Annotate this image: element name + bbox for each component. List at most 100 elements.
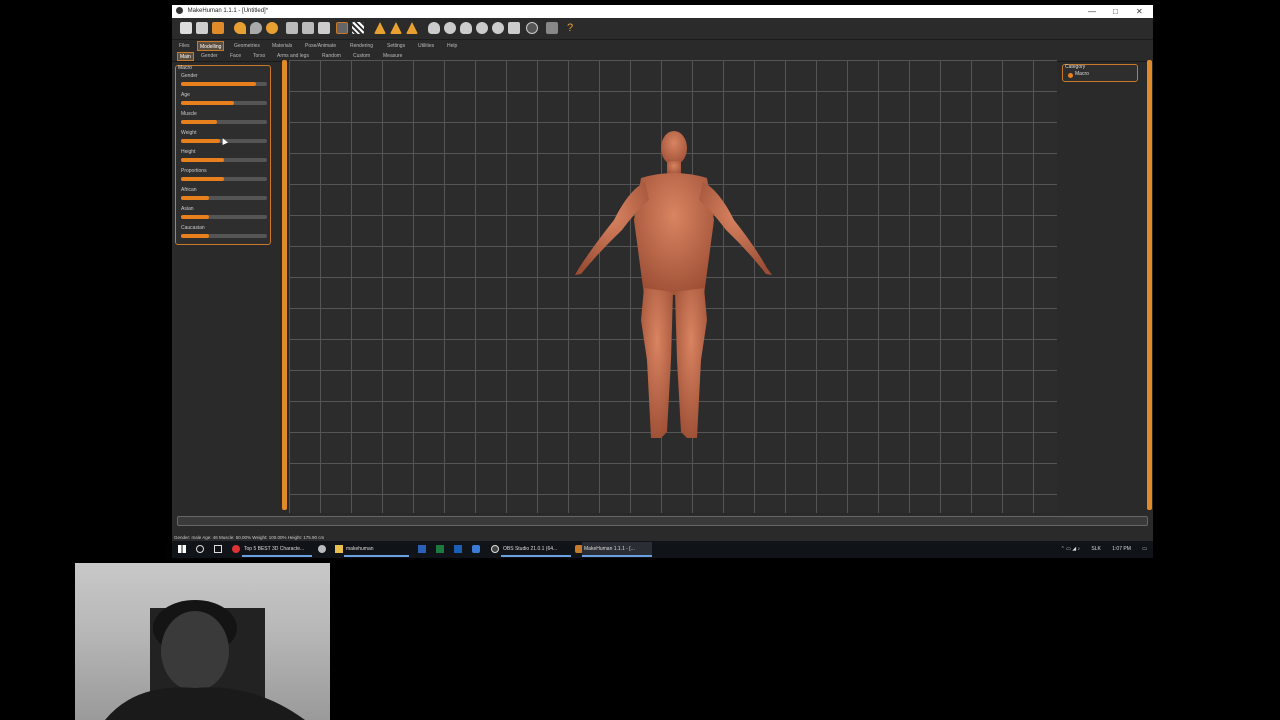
undo-icon[interactable] xyxy=(234,22,246,34)
slider-label: Weight xyxy=(181,130,197,136)
side-view-icon[interactable] xyxy=(406,22,418,34)
bottom-view-icon[interactable] xyxy=(460,22,472,34)
slider-gender[interactable]: Gender xyxy=(180,73,268,91)
right-panel-scrollbar[interactable] xyxy=(1147,60,1152,510)
reset-icon[interactable] xyxy=(266,22,278,34)
tray-language[interactable]: SLK xyxy=(1091,546,1100,552)
maximize-button[interactable]: □ xyxy=(1113,5,1118,18)
app-icon[interactable] xyxy=(318,545,326,553)
slider-fill xyxy=(181,158,224,162)
slider-muscle[interactable]: Muscle xyxy=(180,111,268,129)
progress-bar xyxy=(177,516,1148,526)
slider-fill xyxy=(181,139,220,143)
task-view-icon[interactable] xyxy=(214,545,222,553)
left-panel-scrollbar[interactable] xyxy=(282,60,287,510)
slider-label: African xyxy=(181,187,197,193)
sphere-icon[interactable] xyxy=(492,22,504,34)
taskbar-obs[interactable]: OBS Studio 21.0.1 (64... xyxy=(501,542,571,557)
macro-radio[interactable] xyxy=(1068,73,1073,78)
taskbar-folder[interactable]: makehuman xyxy=(344,542,409,557)
macro-radio-label: Macro xyxy=(1075,71,1089,77)
search-icon[interactable] xyxy=(196,545,204,553)
tray-icons[interactable]: ⌃ ▭ ◢ ♪ xyxy=(1061,546,1080,552)
start-icon[interactable] xyxy=(178,545,186,553)
slider-track[interactable] xyxy=(181,177,267,181)
tab-files[interactable]: Files xyxy=(177,41,192,51)
tab-modelling[interactable]: Modelling xyxy=(197,41,225,51)
smooth-icon[interactable] xyxy=(286,22,298,34)
tab-help[interactable]: Help xyxy=(445,41,459,51)
help-icon[interactable]: ? xyxy=(564,22,576,34)
main-tabs: Files Modelling Geometries Materials Pos… xyxy=(172,40,1153,51)
back-view-icon[interactable] xyxy=(390,22,402,34)
export-icon[interactable] xyxy=(212,22,224,34)
right-view-icon[interactable] xyxy=(476,22,488,34)
slider-asian[interactable]: Asian xyxy=(180,206,268,224)
taskbar-chrome[interactable]: Top 5 BEST 3D Characte... xyxy=(242,542,312,557)
slider-fill xyxy=(181,120,218,124)
skype-icon[interactable] xyxy=(472,545,480,553)
save-icon[interactable] xyxy=(196,22,208,34)
slider-track[interactable] xyxy=(181,120,267,124)
redo-icon[interactable] xyxy=(250,22,262,34)
slider-track[interactable] xyxy=(181,234,267,238)
tab-pose-animate[interactable]: Pose/Animate xyxy=(303,41,338,51)
title-bar: MakeHuman 1.1.1 - [Untitled]* — □ ✕ xyxy=(172,5,1153,18)
webcam-person-image xyxy=(105,600,305,720)
chrome-icon[interactable] xyxy=(232,545,240,553)
subtab-torso[interactable]: Torso xyxy=(251,52,267,61)
slider-track[interactable] xyxy=(181,196,267,200)
tab-utilities[interactable]: Utilities xyxy=(416,41,436,51)
subtab-gender[interactable]: Gender xyxy=(199,52,220,61)
slider-caucasian[interactable]: Caucasian xyxy=(180,225,268,243)
excel-icon[interactable] xyxy=(436,545,444,553)
tray-clock[interactable]: 1:07 PM xyxy=(1112,546,1131,552)
folder-icon[interactable] xyxy=(335,545,343,553)
tab-materials[interactable]: Materials xyxy=(270,41,294,51)
notification-icon[interactable]: ▭ xyxy=(1142,546,1147,552)
tab-geometries[interactable]: Geometries xyxy=(232,41,262,51)
outlook-icon[interactable] xyxy=(454,545,462,553)
slider-track[interactable] xyxy=(181,101,267,105)
slider-african[interactable]: African xyxy=(180,187,268,205)
slider-track[interactable] xyxy=(181,82,267,86)
3d-viewport[interactable] xyxy=(289,60,1057,513)
slider-fill xyxy=(181,234,210,238)
screenshot-icon[interactable] xyxy=(546,22,558,34)
app-icon xyxy=(176,6,183,14)
wireframe-icon[interactable] xyxy=(302,22,314,34)
slider-fill xyxy=(181,215,210,219)
skeleton-icon[interactable] xyxy=(318,22,330,34)
subtab-face[interactable]: Face xyxy=(228,52,243,61)
slider-label: Asian xyxy=(181,206,194,212)
slider-label: Muscle xyxy=(181,111,197,117)
subtab-main[interactable]: Main xyxy=(177,52,194,61)
obs-icon[interactable] xyxy=(491,545,499,553)
grid-icon[interactable] xyxy=(336,22,348,34)
new-icon[interactable] xyxy=(180,22,192,34)
slider-proportions[interactable]: Proportions xyxy=(180,168,268,186)
windows-taskbar: Top 5 BEST 3D Characte... makehuman OBS … xyxy=(172,541,1153,558)
checker-icon[interactable] xyxy=(352,22,364,34)
hand-icon[interactable] xyxy=(508,22,520,34)
minimize-button[interactable]: — xyxy=(1088,5,1096,18)
tab-settings[interactable]: Settings xyxy=(385,41,407,51)
slider-age[interactable]: Age xyxy=(180,92,268,110)
slider-track[interactable] xyxy=(181,158,267,162)
slider-fill xyxy=(181,196,210,200)
system-tray: ⌃ ▭ ◢ ♪ SLK 1:07 PM ▭ xyxy=(1061,541,1147,558)
front-view-icon[interactable] xyxy=(374,22,386,34)
word-icon[interactable] xyxy=(418,545,426,553)
slider-label: Caucasian xyxy=(181,225,205,231)
left-view-icon[interactable] xyxy=(428,22,440,34)
category-title: Category xyxy=(1065,64,1086,70)
slider-label: Gender xyxy=(181,73,198,79)
taskbar-makehuman[interactable]: MakeHuman 1.1.1 - [... xyxy=(582,542,652,557)
slider-height[interactable]: Height xyxy=(180,149,268,167)
slider-track[interactable] xyxy=(181,215,267,219)
close-button[interactable]: ✕ xyxy=(1136,5,1143,18)
toolbar: ? xyxy=(172,18,1153,40)
reset-camera-icon[interactable] xyxy=(526,22,538,34)
tab-rendering[interactable]: Rendering xyxy=(348,41,375,51)
top-view-icon[interactable] xyxy=(444,22,456,34)
